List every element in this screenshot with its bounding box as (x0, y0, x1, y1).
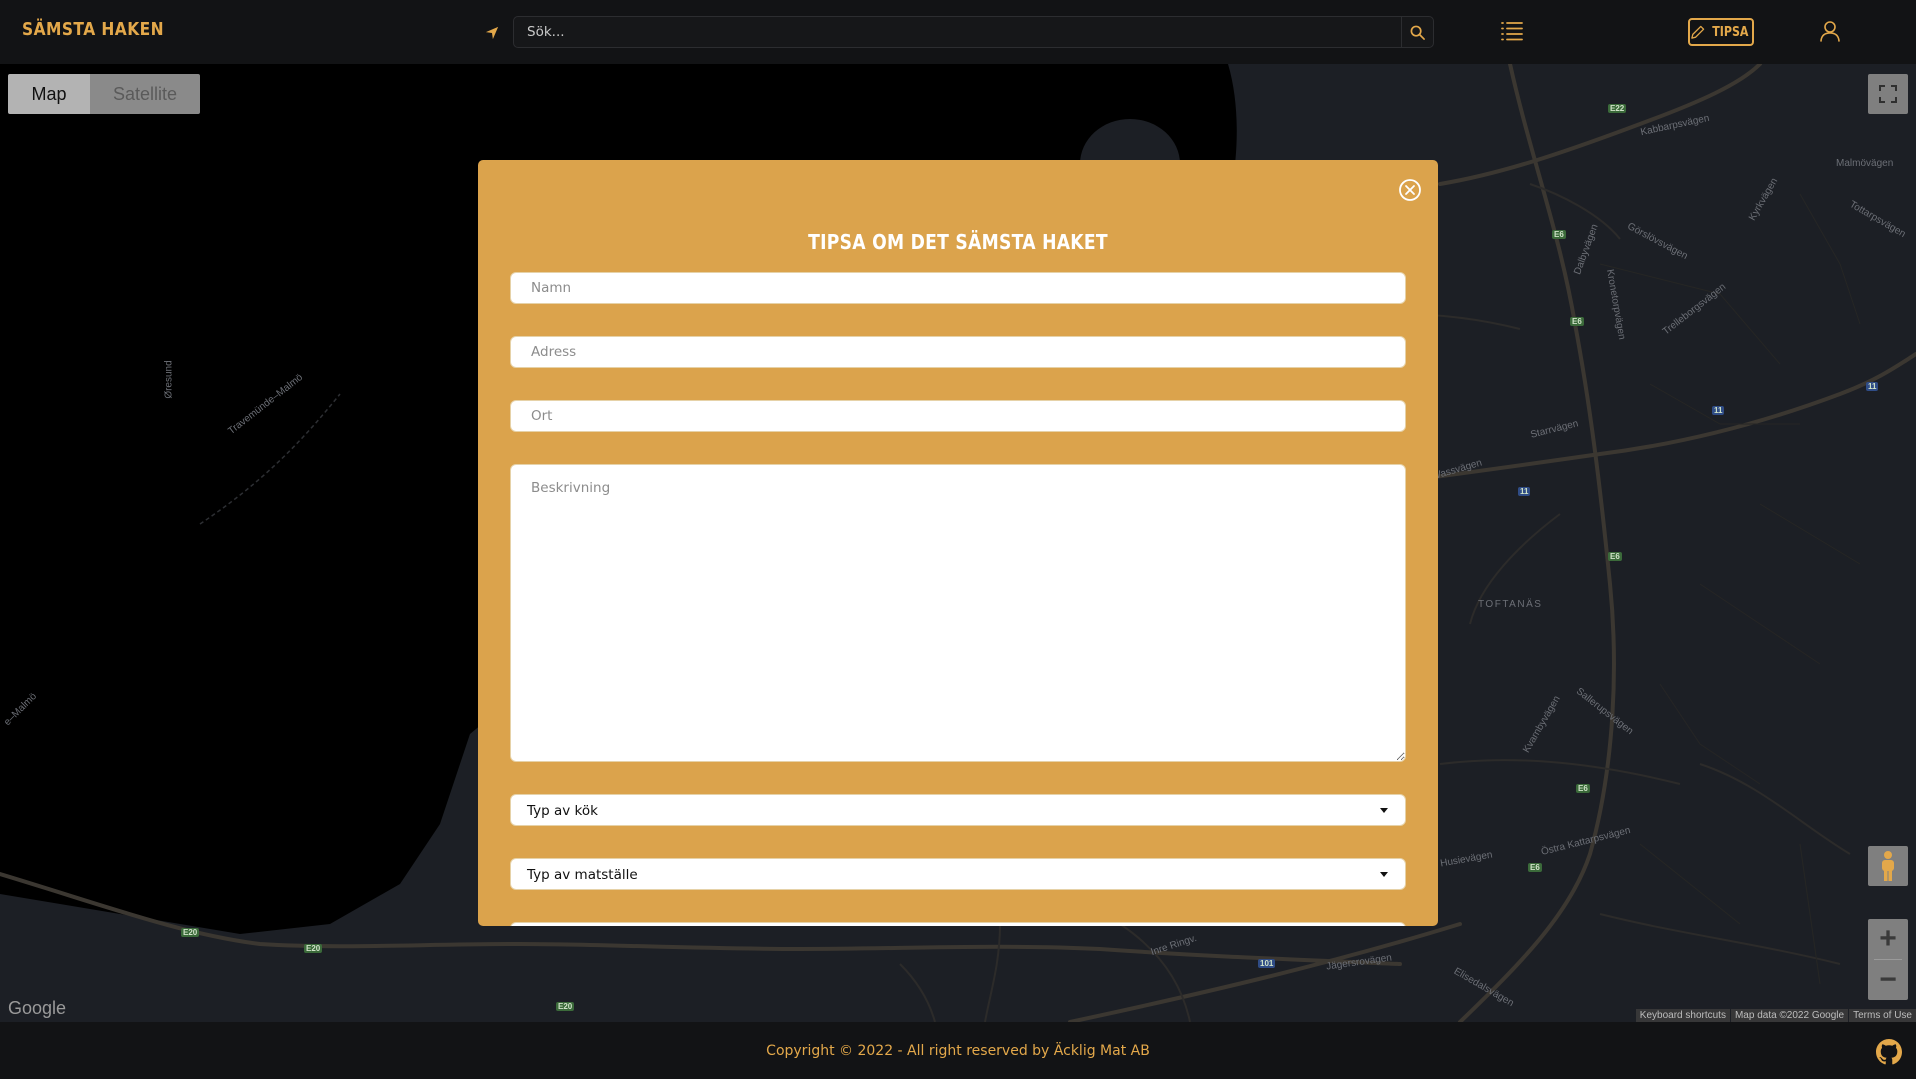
github-icon (1876, 1039, 1902, 1065)
zoom-control: + − (1868, 919, 1908, 1000)
street-view-pegman[interactable] (1868, 846, 1908, 886)
road-shield-e20-3: E20 (556, 1002, 575, 1011)
map-attribution: Keyboard shortcuts Map data ©2022 Google… (1635, 1009, 1916, 1022)
tip-modal: Tipsa om det sämsta haket Typ av kök Typ… (478, 160, 1438, 926)
road-shield-11-1: 11 (1866, 382, 1879, 391)
pegman-icon (1882, 851, 1894, 881)
caret-down-icon (1380, 872, 1388, 877)
next-field-partial[interactable] (510, 922, 1406, 926)
map-data-link[interactable]: Map data ©2022 Google (1730, 1009, 1849, 1022)
close-circle-icon (1399, 179, 1421, 201)
list-icon (1501, 22, 1523, 41)
tipsa-label: Tipsa (1712, 24, 1749, 40)
user-icon (1820, 21, 1840, 42)
pencil-icon (1691, 25, 1705, 39)
road-shield-e20-1: E20 (181, 928, 200, 937)
top-navbar: Sämsta haken Tipsa (0, 0, 1916, 64)
zoom-out-button[interactable]: − (1868, 960, 1908, 1000)
logo[interactable]: Sämsta haken (22, 19, 164, 40)
search-bar (513, 16, 1434, 48)
google-logo: Google (8, 998, 67, 1018)
modal-title: Tipsa om det sämsta haket (808, 230, 1108, 254)
road-shield-e6-3: E6 (1608, 552, 1622, 561)
road-shield-101: 101 (1258, 959, 1276, 968)
location-button[interactable] (481, 22, 503, 44)
tipsa-button[interactable]: Tipsa (1688, 18, 1754, 46)
road-shield-11-3: 11 (1518, 487, 1531, 496)
venue-select-label: Typ av matställe (527, 867, 638, 883)
road-shield-e6-1: E6 (1552, 230, 1566, 239)
description-field[interactable] (510, 464, 1406, 762)
cuisine-select[interactable]: Typ av kök (510, 794, 1406, 826)
user-button[interactable] (1819, 20, 1843, 44)
map-type-control: Map Satellite (8, 74, 200, 114)
road-shield-e20-2: E20 (304, 944, 323, 953)
zoom-in-button[interactable]: + (1868, 919, 1908, 959)
name-field[interactable] (510, 272, 1406, 304)
caret-down-icon (1380, 808, 1388, 813)
cuisine-select-label: Typ av kök (527, 803, 598, 819)
keyboard-shortcuts-link[interactable]: Keyboard shortcuts (1635, 1009, 1730, 1022)
map-label-toftanas: TOFTANÄS (1478, 599, 1543, 610)
road-shield-e6-2: E6 (1570, 317, 1584, 326)
fullscreen-button[interactable] (1868, 74, 1908, 114)
map-canvas[interactable]: Øresund Travemünde–Malmö e–Malmö TOFTANÄ… (0, 64, 1916, 1022)
footer: Copyright © 2022 - All right reserved by… (0, 1022, 1916, 1079)
venue-select[interactable]: Typ av matställe (510, 858, 1406, 890)
map-label-oresund: Øresund (163, 360, 175, 399)
close-modal-button[interactable] (1398, 178, 1422, 202)
map-type-map-button[interactable]: Map (8, 74, 90, 114)
search-input[interactable] (514, 17, 1402, 47)
github-link[interactable] (1876, 1039, 1902, 1065)
copyright-text: Copyright © 2022 - All right reserved by… (766, 1043, 1150, 1059)
road-shield-11-2: 11 (1712, 406, 1725, 415)
terms-link[interactable]: Terms of Use (1849, 1009, 1916, 1022)
map-label-malmovagen: Malmövägen (1836, 158, 1894, 169)
location-arrow-icon (485, 26, 499, 40)
map-type-satellite-button[interactable]: Satellite (90, 74, 200, 114)
road-shield-e22: E22 (1608, 104, 1627, 113)
address-field[interactable] (510, 336, 1406, 368)
road-shield-e6-5: E6 (1528, 863, 1542, 872)
search-icon (1410, 25, 1425, 40)
city-field[interactable] (510, 400, 1406, 432)
fullscreen-icon (1879, 85, 1897, 103)
search-button[interactable] (1401, 17, 1433, 47)
list-view-button[interactable] (1500, 20, 1526, 44)
road-shield-e6-4: E6 (1576, 784, 1590, 793)
